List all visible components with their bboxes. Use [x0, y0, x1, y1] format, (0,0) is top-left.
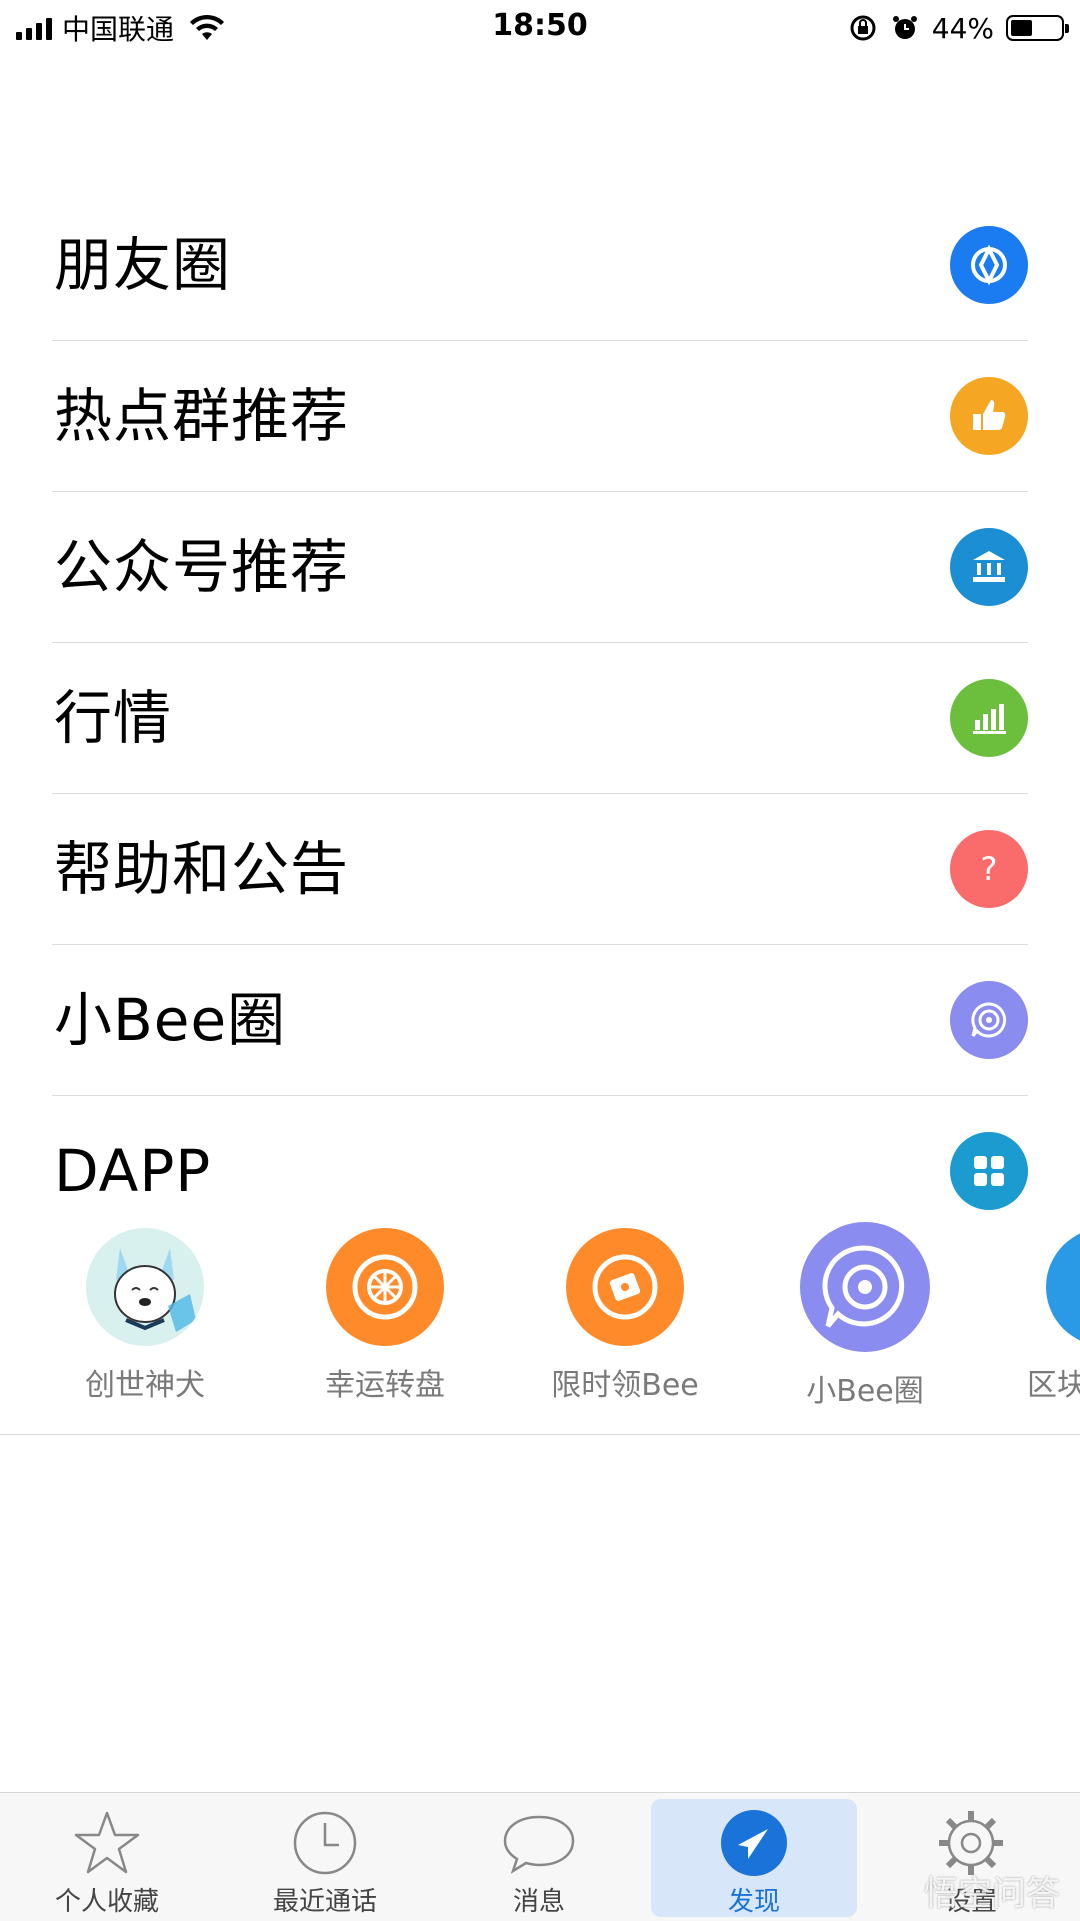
dapp-item-blockchain[interactable]: 区块	[1005, 1220, 1080, 1404]
battery-percent: 44%	[931, 11, 994, 45]
menu-item-label: 行情	[54, 684, 173, 752]
discover-menu-list: 朋友圈 热点群推荐 公众号推荐 行情 帮助和公告 ? 小Bee圈 DAPP	[0, 190, 1080, 1247]
status-right: 44%	[848, 8, 1069, 48]
menu-item-bee-circle[interactable]: 小Bee圈	[52, 945, 1028, 1096]
dapp-item-bee-circle[interactable]: 小Bee圈	[765, 1220, 965, 1410]
partial-app-icon	[1046, 1228, 1080, 1346]
status-bar: 中国联通 18:50 44%	[0, 0, 1080, 56]
grid-apps-icon	[950, 1132, 1028, 1210]
menu-item-help[interactable]: 帮助和公告 ?	[52, 794, 1028, 945]
dapp-carousel[interactable]: 创世神犬 幸运转盘 限时领Bee 小Bee圈 区	[0, 1220, 1080, 1435]
tab-label: 个人收藏	[54, 1887, 159, 1917]
bank-building-icon	[950, 528, 1028, 606]
menu-item-label: 公众号推荐	[54, 533, 350, 601]
moments-shutter-icon	[950, 226, 1028, 304]
clock-icon	[289, 1807, 361, 1879]
question-icon: ?	[950, 830, 1028, 908]
tab-label: 消息	[512, 1887, 565, 1917]
svg-text:?: ?	[981, 850, 998, 888]
bar-chart-icon	[950, 679, 1028, 757]
tab-bar: 个人收藏 最近通话 消息 发现 设置 悟空问答	[0, 1792, 1080, 1921]
dapp-label: 限时领Bee	[551, 1368, 699, 1403]
star-icon	[71, 1807, 143, 1879]
chat-target-icon	[950, 981, 1028, 1059]
chat-target-icon	[800, 1222, 930, 1352]
compass-arrow-icon	[718, 1807, 790, 1879]
dapp-label: 区块	[1027, 1368, 1080, 1403]
menu-item-moments[interactable]: 朋友圈	[52, 190, 1028, 341]
tab-messages[interactable]: 消息	[436, 1793, 642, 1921]
watermark: 悟空问答	[924, 1874, 1060, 1914]
dapp-label: 创世神犬	[85, 1368, 205, 1403]
tab-label: 发现	[727, 1887, 780, 1917]
ticket-icon	[566, 1228, 684, 1346]
menu-item-official-accounts[interactable]: 公众号推荐	[52, 492, 1028, 643]
tab-recent-calls[interactable]: 最近通话	[222, 1793, 428, 1921]
menu-item-label: 帮助和公告	[54, 835, 350, 903]
dog-avatar-icon	[86, 1228, 204, 1346]
dapp-item-limited-bee[interactable]: 限时领Bee	[525, 1220, 725, 1404]
dapp-item-genesis-dog[interactable]: 创世神犬	[45, 1220, 245, 1404]
dapp-label: 小Bee圈	[806, 1374, 924, 1409]
dapp-item-lucky-wheel[interactable]: 幸运转盘	[285, 1220, 485, 1404]
speech-bubble-icon	[503, 1807, 575, 1879]
menu-item-label: 热点群推荐	[54, 382, 350, 450]
rotation-lock-icon	[850, 15, 876, 41]
tab-favorites[interactable]: 个人收藏	[4, 1793, 210, 1921]
tab-discover[interactable]: 发现	[651, 1799, 857, 1917]
thumbs-up-icon	[950, 377, 1028, 455]
menu-item-hot-groups[interactable]: 热点群推荐	[52, 341, 1028, 492]
wheel-icon	[326, 1228, 444, 1346]
tab-label: 最近通话	[272, 1887, 377, 1917]
alarm-icon	[892, 16, 917, 39]
battery-icon	[1006, 15, 1069, 41]
dapp-label: 幸运转盘	[325, 1368, 445, 1403]
menu-item-label: 小Bee圈	[54, 986, 287, 1054]
menu-item-market[interactable]: 行情	[52, 643, 1028, 794]
menu-item-label: 朋友圈	[54, 231, 232, 299]
